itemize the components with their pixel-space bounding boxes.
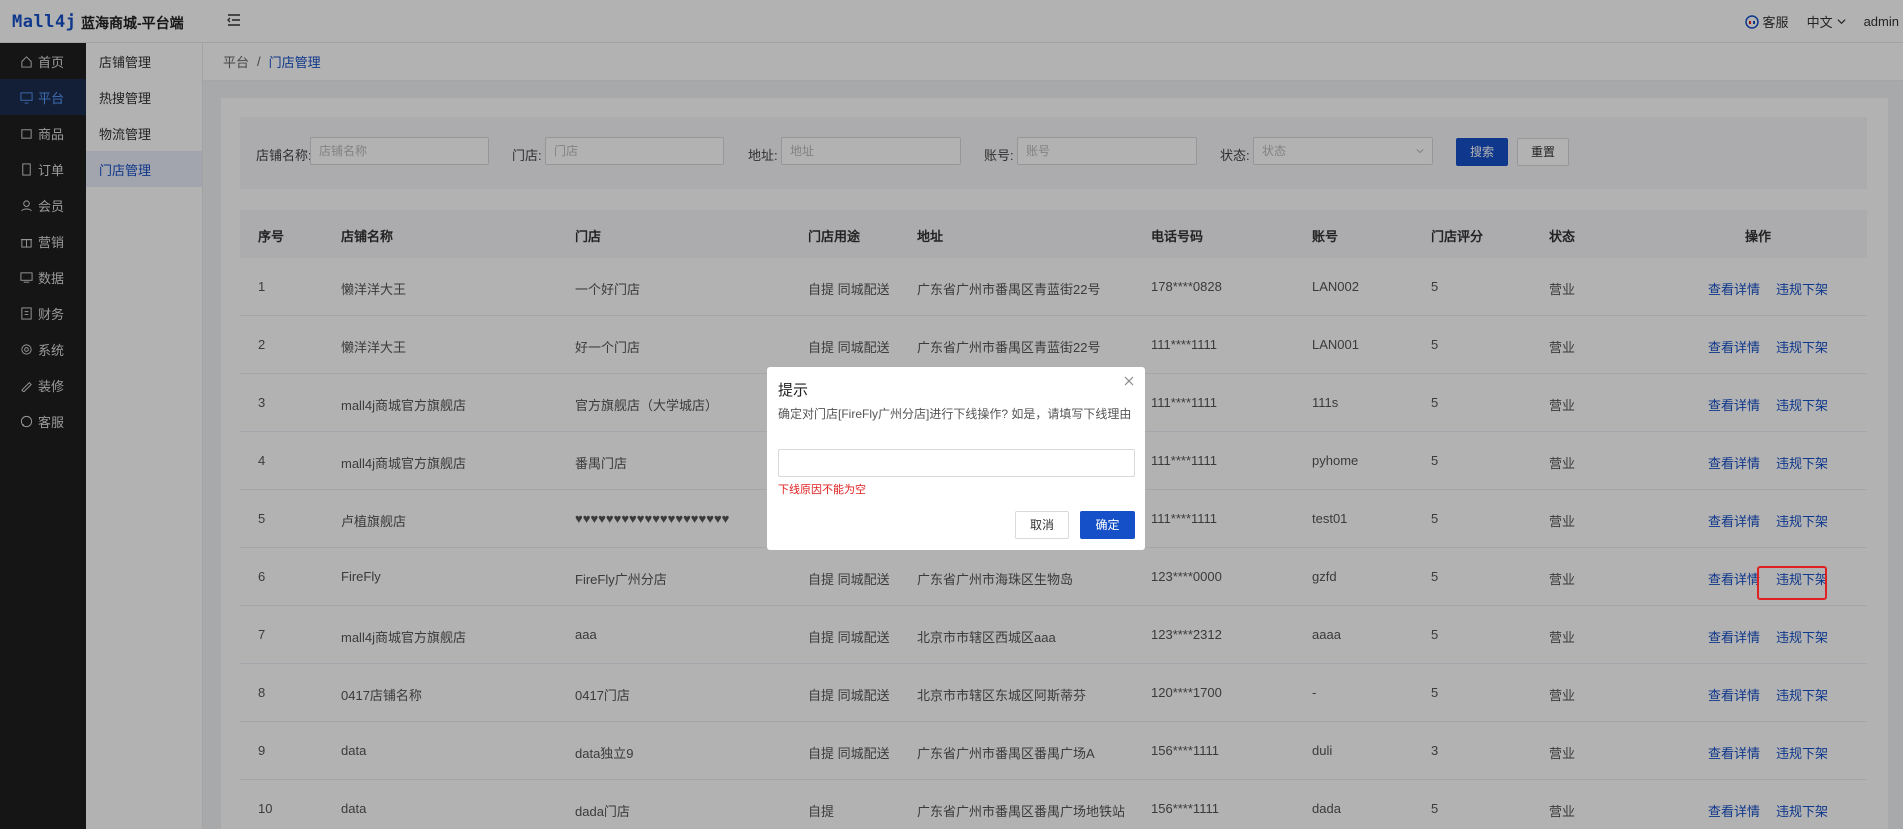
dialog-title: 提示: [778, 382, 809, 399]
cancel-button[interactable]: 取消: [1015, 511, 1069, 539]
validation-error: 下线原因不能为空: [778, 484, 866, 496]
dialog-message: 确定对门店[FireFly广州分店]进行下线操作? 如是，请填写下线理由: [778, 407, 1132, 421]
highlight-box: [1757, 566, 1827, 600]
offline-reason-input[interactable]: [778, 449, 1135, 477]
offline-dialog: 提示 确定对门店[FireFly广州分店]进行下线操作? 如是，请填写下线理由 …: [767, 367, 1145, 550]
close-icon[interactable]: [1123, 375, 1135, 387]
confirm-button[interactable]: 确定: [1080, 511, 1135, 539]
